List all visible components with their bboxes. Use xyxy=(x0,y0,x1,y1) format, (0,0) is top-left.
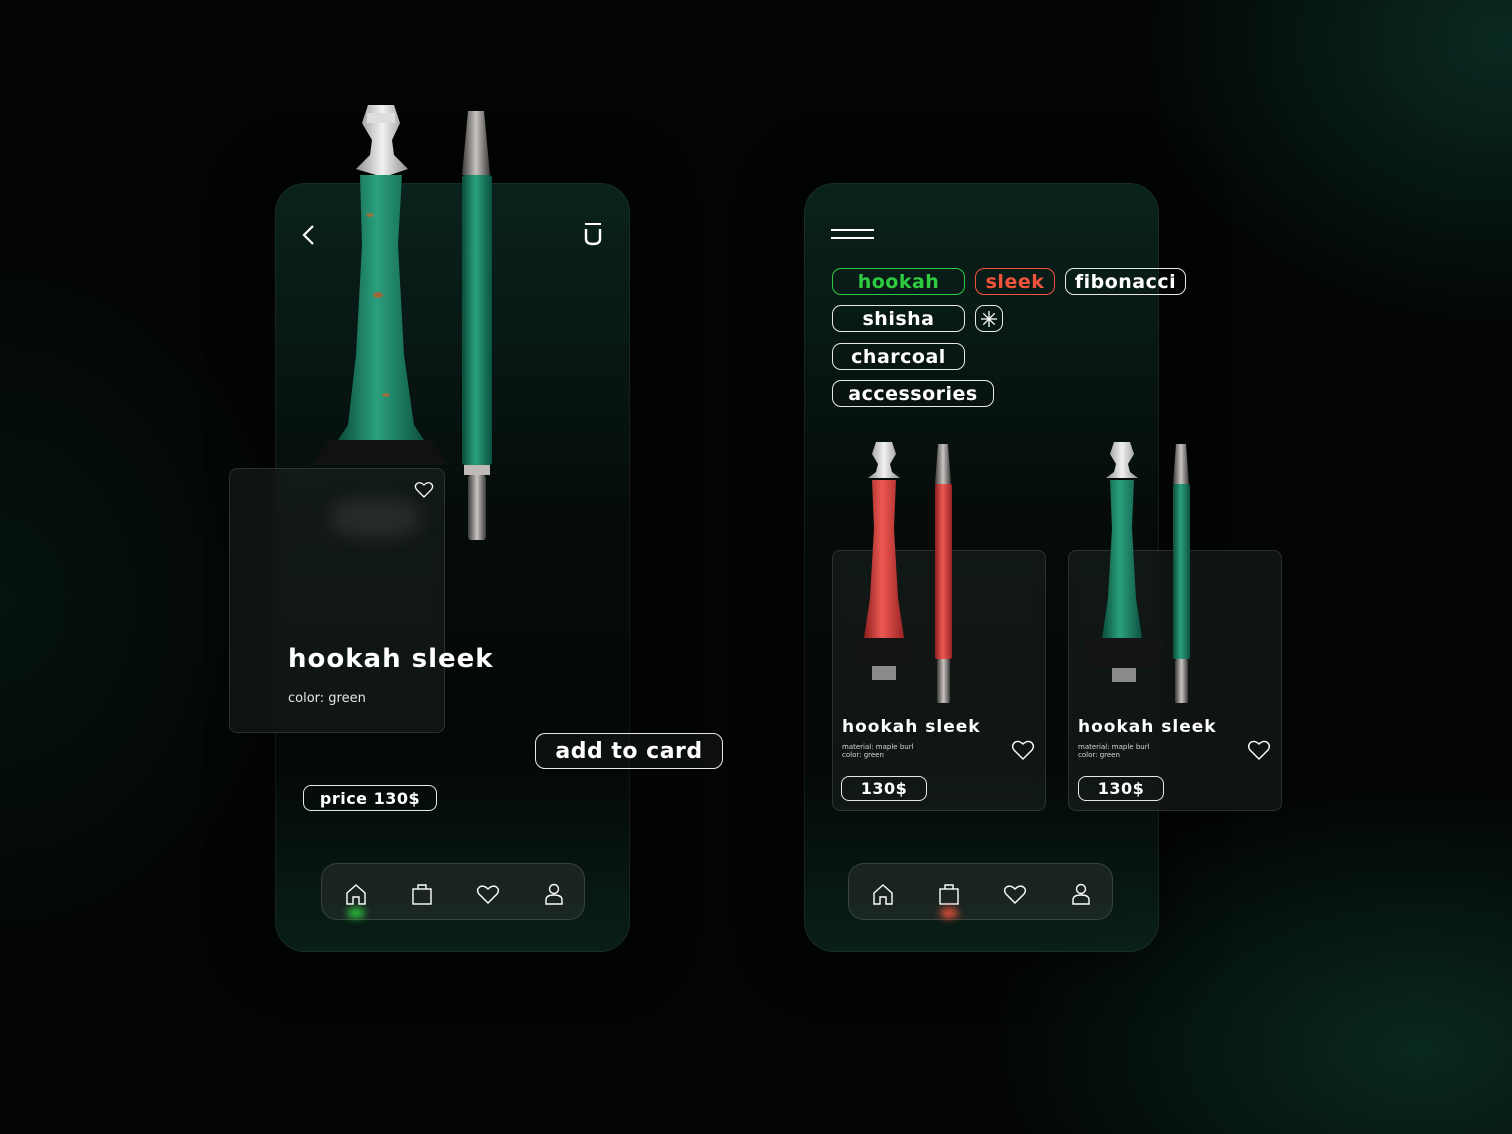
product-name: hookah sleek xyxy=(1078,717,1217,737)
product-title: hookah sleek xyxy=(288,644,494,674)
home-icon[interactable] xyxy=(870,881,896,907)
base-blur xyxy=(330,498,420,538)
bag-icon[interactable] xyxy=(936,881,962,907)
product-color: color: green xyxy=(842,751,884,759)
bottom-nav-bar xyxy=(321,863,585,920)
price-badge: 130$ xyxy=(1078,776,1164,801)
brand-logo-icon xyxy=(584,223,602,246)
price-badge: price 130$ xyxy=(303,785,437,811)
product-name: hookah sleek xyxy=(842,717,981,737)
back-chevron-icon[interactable] xyxy=(300,224,318,246)
price-badge: 130$ xyxy=(841,776,927,801)
bag-icon[interactable] xyxy=(409,881,435,907)
tag-shisha[interactable]: shisha xyxy=(832,305,965,332)
hookah-red-image xyxy=(854,442,952,703)
hookah-green-image xyxy=(1084,442,1190,703)
menu-icon[interactable] xyxy=(831,227,875,241)
favorite-heart-icon[interactable] xyxy=(414,481,434,499)
active-indicator xyxy=(940,908,958,918)
tag-accessories[interactable]: accessories xyxy=(832,380,994,407)
active-indicator xyxy=(347,908,365,918)
heart-icon[interactable] xyxy=(475,881,501,907)
product-color-text: color: green xyxy=(288,691,366,706)
user-icon[interactable] xyxy=(1068,881,1094,907)
tag-sleek[interactable]: sleek xyxy=(975,268,1055,295)
tag-charcoal[interactable]: charcoal xyxy=(832,343,965,370)
tag-more-button[interactable] xyxy=(975,305,1003,332)
favorite-heart-icon[interactable] xyxy=(1011,739,1035,761)
product-material: material: maple burl xyxy=(1078,743,1150,751)
product-material: material: maple burl xyxy=(842,743,914,751)
asterisk-icon xyxy=(981,310,997,327)
tag-hookah[interactable]: hookah xyxy=(832,268,965,295)
add-to-card-button[interactable]: add to card xyxy=(535,733,723,769)
favorite-heart-icon[interactable] xyxy=(1247,739,1271,761)
bottom-nav-bar xyxy=(848,863,1113,920)
product-color: color: green xyxy=(1078,751,1120,759)
heart-icon[interactable] xyxy=(1002,881,1028,907)
user-icon[interactable] xyxy=(541,881,567,907)
tag-fibonacci[interactable]: fibonacci xyxy=(1065,268,1186,295)
home-icon[interactable] xyxy=(343,881,369,907)
